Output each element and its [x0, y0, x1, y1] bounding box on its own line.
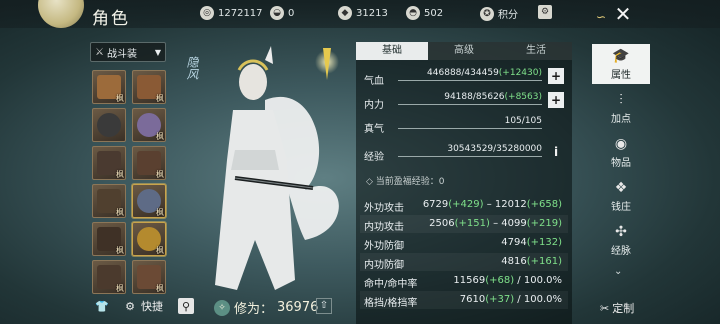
portrait-icon: [97, 113, 121, 137]
qi-bar: [398, 128, 542, 129]
moon-decoration: [38, 0, 84, 28]
silver-ingot-icon: ◒: [270, 6, 284, 20]
currency-jade: ◆ 31213: [338, 6, 388, 20]
equip-slot-9[interactable]: 枫: [92, 222, 126, 256]
settings-button[interactable]: ⚙: [538, 5, 552, 19]
add-hp-button[interactable]: +: [548, 68, 564, 84]
exp-bar: [398, 156, 542, 157]
character-figure: [215, 46, 339, 290]
stat-bar-exp: 经验 30543529/35280000 i: [362, 142, 566, 164]
currency-coins: ◎ 1272117: [200, 6, 263, 20]
gold-ingot-icon: ◓: [406, 6, 420, 20]
stat-inner-defense: 内功防御 4816(+161): [360, 253, 568, 271]
sword-icon: ⚔: [95, 46, 104, 58]
page-title: 角色: [92, 9, 130, 29]
equip-slot-7[interactable]: 枫: [92, 184, 126, 218]
equip-slot-11[interactable]: 枫: [92, 260, 126, 294]
nav-addpoint[interactable]: ⫶ 加点: [592, 88, 650, 128]
meridian-icon: ✣: [615, 224, 627, 240]
nav-meridian[interactable]: ✣ 经脉: [592, 220, 650, 260]
coin-bag-icon: ◎: [200, 6, 214, 20]
equip-slot-4[interactable]: 枫: [132, 108, 166, 142]
inspect-button[interactable]: ⚲: [178, 298, 194, 314]
stats-tabs: 基础 高级 生活: [356, 42, 572, 60]
blessing-exp-hint: ◇ 当前盈福经验：0: [366, 177, 445, 187]
cloud-decoration: ∽: [596, 10, 607, 24]
tab-life[interactable]: 生活: [500, 42, 572, 60]
equip-slot-2[interactable]: 枫: [132, 70, 166, 104]
power-up-button[interactable]: ⇧: [316, 298, 332, 314]
equip-slot-8[interactable]: 枫: [132, 184, 166, 218]
stats-panel: 基础 高级 生活 气血 446888/434459(+12430) + 内力 9…: [356, 42, 572, 324]
jade-icon: ◆: [338, 6, 352, 20]
stat-outer-defense: 外功防御 4794(+132): [364, 237, 562, 252]
currency-silver: ◒ 0: [270, 6, 294, 20]
mp-bar: [398, 104, 542, 105]
magnifier-icon: ⚲: [178, 298, 194, 314]
points-button[interactable]: ✪ 积分: [480, 6, 518, 21]
points-icon: ✪: [480, 6, 494, 21]
close-button[interactable]: ✕: [612, 4, 634, 26]
stat-block: 格挡/格挡率 7610(+37) / 100.0%: [360, 291, 568, 309]
equip-slot-6[interactable]: 枫: [132, 146, 166, 180]
scroll-down-icon[interactable]: ⌄: [614, 266, 622, 277]
quick-button[interactable]: ⚙ 快捷: [122, 298, 163, 314]
wardrobe-button[interactable]: 👕: [94, 298, 110, 314]
addpoint-icon: ⫶: [619, 92, 623, 108]
gear-icon: ⚙: [125, 299, 135, 313]
stat-hit: 命中/命中率 11569(+68) / 100.0%: [364, 275, 562, 290]
outfit-dropdown[interactable]: ⚔ 战斗装 ▼: [90, 42, 166, 62]
power-icon: ✧: [214, 299, 230, 316]
equip-slot-1[interactable]: 枫: [92, 70, 126, 104]
equip-slot-5[interactable]: 枫: [92, 146, 126, 180]
equip-slot-10[interactable]: 枫: [132, 222, 166, 256]
stat-bar-mp: 内力 94188/85626(+8563) +: [362, 90, 566, 112]
gear-icon: ⚙: [538, 5, 552, 19]
nav-bank[interactable]: ❖ 钱庄: [592, 176, 650, 216]
stat-inner-attack: 内功攻击 2506(+151) – 4099(+219): [360, 215, 568, 233]
top-bar: 角色 ◎ 1272117 ◒ 0 ◆ 31213 ◓ 502 ✪ 积分 ⚙ ∽ …: [0, 0, 720, 29]
equip-slot-12[interactable]: 枫: [132, 260, 166, 294]
attribute-icon: 🎓: [612, 48, 630, 64]
stat-bar-hp: 气血 446888/434459(+12430) +: [362, 66, 566, 88]
add-mp-button[interactable]: +: [548, 92, 564, 108]
items-icon: ◉: [614, 136, 628, 152]
shirt-icon: 👕: [95, 299, 109, 313]
nav-items[interactable]: ◉ 物品: [592, 132, 650, 172]
bank-icon: ❖: [614, 180, 628, 196]
equip-slot-3[interactable]: [92, 108, 126, 142]
info-button[interactable]: i: [548, 144, 564, 160]
chevron-down-icon: ▼: [154, 47, 161, 57]
customize-button[interactable]: ✂ 定制: [600, 300, 634, 316]
stat-bar-qi: 真气 105/105: [364, 116, 542, 135]
tools-icon: ✂: [600, 301, 610, 315]
power-display: ✧ 修为： 36976: [214, 298, 318, 317]
stat-outer-attack: 外功攻击 6729(+429) – 12012(+658): [364, 199, 562, 214]
hp-bar: [398, 80, 542, 81]
tab-advanced[interactable]: 高级: [428, 42, 500, 60]
tab-basic[interactable]: 基础: [356, 42, 428, 60]
currency-gold: ◓ 502: [406, 6, 443, 20]
nav-attributes[interactable]: 🎓 属性: [592, 44, 650, 84]
